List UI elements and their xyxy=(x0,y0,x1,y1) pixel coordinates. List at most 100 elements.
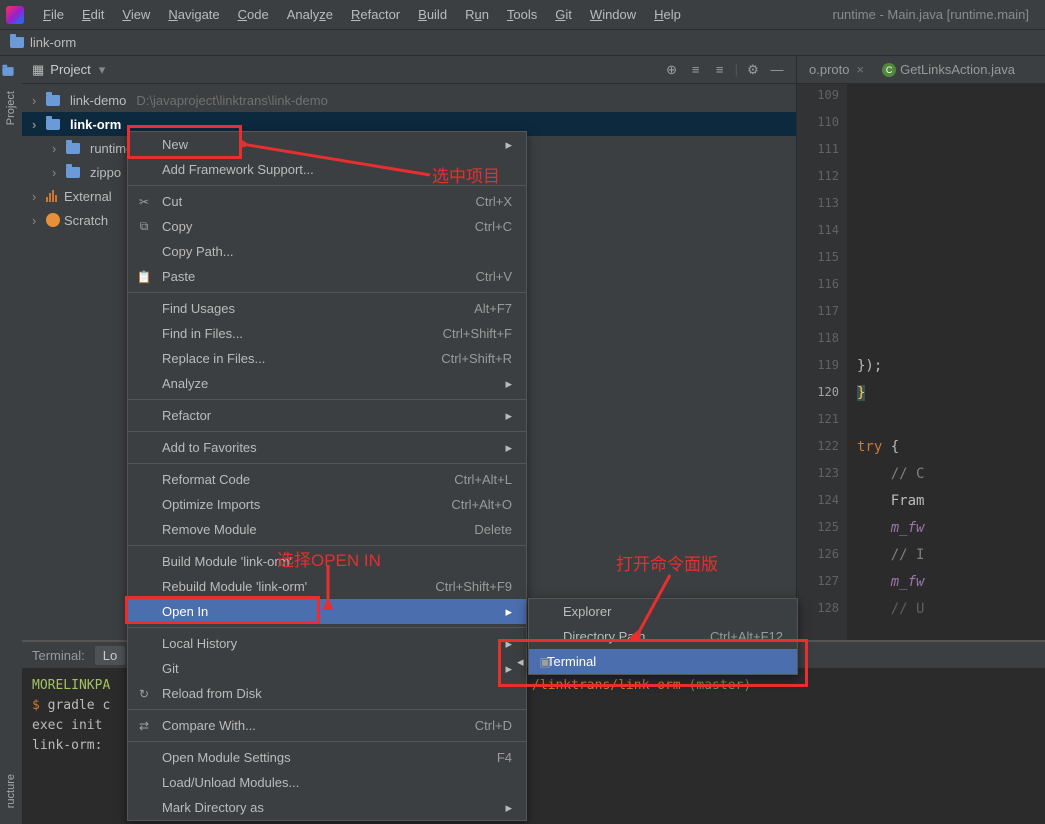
expand-arrow-icon[interactable]: › xyxy=(32,189,42,204)
context-menu-item[interactable]: Find UsagesAlt+F7 xyxy=(128,296,526,321)
menu-view[interactable]: View xyxy=(113,7,159,22)
context-menu-item[interactable]: Directory Path Ctrl+Alt+F12 xyxy=(529,624,797,649)
context-menu-item[interactable]: Refactor ▸ xyxy=(128,403,526,428)
menu-item-label: Find Usages xyxy=(162,301,235,316)
expand-arrow-icon[interactable]: › xyxy=(32,117,42,132)
context-menu-item[interactable]: ⧉CopyCtrl+C xyxy=(128,214,526,239)
project-panel-header: ▦ Project ▾ ⊕ ≡ ≡ | ⚙ — xyxy=(22,56,796,84)
minimize-icon[interactable]: — xyxy=(768,61,786,79)
submenu-arrow-icon: ▸ xyxy=(505,661,512,677)
context-menu-item[interactable]: ✂CutCtrl+X xyxy=(128,189,526,214)
menu-run[interactable]: Run xyxy=(456,7,498,22)
context-menu-item[interactable]: Open Module SettingsF4 xyxy=(128,745,526,770)
breadcrumb-text[interactable]: link-orm xyxy=(30,35,76,50)
menu-separator xyxy=(128,627,526,628)
expand-arrow-icon[interactable]: › xyxy=(52,141,62,156)
menu-separator xyxy=(128,709,526,710)
context-menu-item[interactable]: Find in Files...Ctrl+Shift+F xyxy=(128,321,526,346)
gutter-tab-project[interactable]: Project xyxy=(3,85,19,131)
expand-icon[interactable]: ≡ xyxy=(711,61,729,79)
context-menu-item[interactable]: 📋PasteCtrl+V xyxy=(128,264,526,289)
menu-item-label: Git xyxy=(162,661,179,676)
copy-icon: ⧉ xyxy=(136,219,152,235)
shortcut-text: Ctrl+C xyxy=(475,219,512,234)
context-menu-item[interactable]: Rebuild Module 'link-orm'Ctrl+Shift+F9 xyxy=(128,574,526,599)
folder-icon xyxy=(46,95,60,106)
submenu-arrow-icon: ▸ xyxy=(505,636,512,652)
context-menu-item[interactable]: ⇄Compare With...Ctrl+D xyxy=(128,713,526,738)
tree-label: link-demo xyxy=(70,93,126,108)
tab-getlinksaction[interactable]: C GetLinksAction.java xyxy=(874,59,1023,81)
context-menu-item[interactable]: Remove ModuleDelete xyxy=(128,517,526,542)
target-icon[interactable]: ⊕ xyxy=(663,61,681,79)
project-panel-title[interactable]: Project xyxy=(50,62,90,77)
menu-item-label: Mark Directory as xyxy=(162,800,264,815)
menu-item-label: Copy Path... xyxy=(162,244,234,259)
submenu-arrow-icon: ▸ xyxy=(505,408,512,424)
menu-git[interactable]: Git xyxy=(546,7,581,22)
menu-edit[interactable]: Edit xyxy=(73,7,113,22)
menu-code[interactable]: Code xyxy=(229,7,278,22)
collapse-icon[interactable]: ≡ xyxy=(687,61,705,79)
tree-row[interactable]: › link-demo D:\javaproject\linktrans\link-… xyxy=(22,88,796,112)
tree-label: External xyxy=(64,189,112,204)
menu-item-label: Rebuild Module 'link-orm' xyxy=(162,579,307,594)
tree-path: D:\javaproject\linktrans\link-demo xyxy=(136,93,327,108)
context-menu-item[interactable]: Add to Favorites▸ xyxy=(128,435,526,460)
expand-arrow-icon[interactable]: › xyxy=(32,93,42,108)
breadcrumb-bar: link-orm xyxy=(0,30,1045,56)
menu-analyze[interactable]: Analyze xyxy=(278,7,342,22)
menu-item-label: Directory Path xyxy=(563,629,645,644)
shortcut-text: Ctrl+Alt+F12 xyxy=(710,629,783,644)
open-in-submenu[interactable]: Explorer Directory Path Ctrl+Alt+F12 ◂▣Term… xyxy=(528,598,798,675)
context-menu-item[interactable]: Reformat CodeCtrl+Alt+L xyxy=(128,467,526,492)
menu-item-label: Find in Files... xyxy=(162,326,243,341)
editor-tabs: o.proto× C GetLinksAction.java xyxy=(797,56,1045,84)
context-menu-item[interactable]: Load/Unload Modules... xyxy=(128,770,526,795)
gear-icon[interactable]: ⚙ xyxy=(744,61,762,79)
menu-window[interactable]: Window xyxy=(581,7,645,22)
project-icon[interactable] xyxy=(2,67,13,76)
menu-navigate[interactable]: Navigate xyxy=(159,7,228,22)
menu-item-label: Explorer xyxy=(563,604,611,619)
expand-arrow-icon[interactable]: › xyxy=(32,213,42,228)
menu-item-label: Local History xyxy=(162,636,237,651)
menu-help[interactable]: Help xyxy=(645,7,690,22)
context-menu-item[interactable]: Optimize Imports Ctrl+Alt+O xyxy=(128,492,526,517)
menu-item-label: Open In xyxy=(162,604,208,619)
expand-arrow-icon[interactable]: › xyxy=(52,165,62,180)
context-menu-item[interactable]: New▸ xyxy=(128,132,526,157)
tree-label: link-orm xyxy=(70,117,121,132)
menu-item-label: Optimize Imports xyxy=(162,497,260,512)
chevron-down-icon[interactable]: ▾ xyxy=(99,62,106,78)
menu-tools[interactable]: Tools xyxy=(498,7,546,22)
context-menu-item[interactable]: Git ▸ xyxy=(128,656,526,681)
context-menu-item[interactable]: ◂▣Terminal xyxy=(529,649,797,674)
menu-separator xyxy=(128,399,526,400)
menu-item-label: Replace in Files... xyxy=(162,351,265,366)
menu-file[interactable]: File xyxy=(34,7,73,22)
menu-item-label: Add to Favorites xyxy=(162,440,257,455)
menu-refactor[interactable]: Refactor xyxy=(342,7,409,22)
context-menu-item[interactable]: Explorer xyxy=(529,599,797,624)
context-menu-item[interactable]: Replace in Files...Ctrl+Shift+R xyxy=(128,346,526,371)
context-menu-item[interactable]: Copy Path... xyxy=(128,239,526,264)
context-menu[interactable]: New▸Add Framework Support...✂CutCtrl+X⧉C… xyxy=(127,131,527,821)
context-menu-item[interactable]: Local History ▸ xyxy=(128,631,526,656)
shortcut-text: Ctrl+Alt+O xyxy=(451,497,512,512)
menu-build[interactable]: Build xyxy=(409,7,456,22)
close-icon[interactable]: × xyxy=(856,62,864,77)
tab-proto[interactable]: o.proto× xyxy=(801,59,872,81)
context-menu-item[interactable]: ↻Reload from Disk xyxy=(128,681,526,706)
paste-icon: 📋 xyxy=(136,269,152,285)
gutter-tab-structure[interactable]: ructure xyxy=(3,768,19,814)
cut-icon: ✂ xyxy=(136,194,152,210)
shortcut-text: F4 xyxy=(497,750,512,765)
submenu-arrow-icon: ▸ xyxy=(505,800,512,816)
context-menu-item[interactable]: Analyze▸ xyxy=(128,371,526,396)
menu-item-label: Refactor xyxy=(162,408,211,423)
context-menu-item[interactable]: Open In▸ xyxy=(128,599,526,624)
menu-item-label: Terminal xyxy=(547,654,596,669)
terminal-tab[interactable]: Lo xyxy=(95,646,125,665)
context-menu-item[interactable]: Mark Directory as ▸ xyxy=(128,795,526,820)
